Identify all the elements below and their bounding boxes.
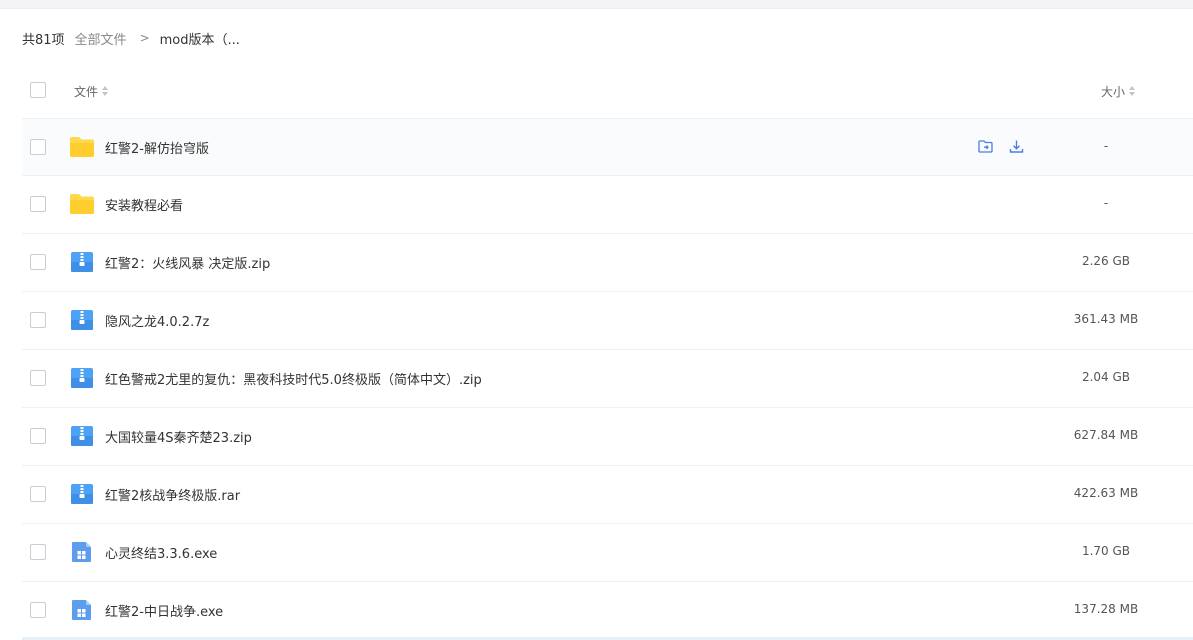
exe-icon [69,599,95,621]
row-checkbox[interactable] [30,602,46,618]
file-name[interactable]: 红警2-解仿抬穹版 [105,138,209,157]
row-checkbox[interactable] [30,139,46,155]
file-row[interactable]: 大国较量4S秦齐楚23.zip 627.84 MB [22,408,1193,466]
folder-icon [69,193,95,215]
row-actions [977,138,1025,155]
folder-icon [69,136,95,158]
select-all-checkbox[interactable] [30,82,46,98]
top-bar [0,0,1193,9]
row-checkbox[interactable] [30,254,46,270]
breadcrumb-separator: > [139,31,150,45]
file-size: 2.26 GB [1081,254,1131,268]
row-checkbox[interactable] [30,428,46,444]
download-icon[interactable] [1008,138,1025,155]
row-checkbox[interactable] [30,312,46,328]
file-row[interactable]: 心灵终结3.3.6.exe 1.70 GB [22,524,1193,582]
file-name[interactable]: 大国较量4S秦齐楚23.zip [105,427,252,446]
breadcrumb-current-folder: mod版本（... [159,32,240,48]
move-to-folder-icon[interactable] [977,138,994,155]
file-list: 红警2-解仿抬穹版 - 安装教程必看 - 红警2：火线风暴 决定版.zip 2.26 GB… [22,118,1193,640]
file-row[interactable]: 红警2核战争终极版.rar 422.63 MB [22,466,1193,524]
row-checkbox[interactable] [30,196,46,212]
file-row[interactable]: 红色警戒2尤里的复仇：黑夜科技时代5.0终极版（简体中文）.zip 2.04 GB [22,350,1193,408]
file-name[interactable]: 红警2：火线风暴 决定版.zip [105,253,270,272]
row-checkbox[interactable] [30,544,46,560]
file-list-header: 文件 大小 [22,64,1193,118]
sort-by-name-button[interactable]: 文件 [74,83,109,100]
name-column-label: 文件 [74,84,99,99]
sort-icon [102,86,109,96]
zip-icon [69,425,95,447]
item-count: 共81项 [22,32,65,48]
file-size: 137.28 MB [1073,602,1139,616]
zip-icon [69,483,95,505]
file-name[interactable]: 红警2-中日战争.exe [105,601,223,620]
row-checkbox[interactable] [30,486,46,502]
file-row[interactable]: 安装教程必看 - [22,176,1193,234]
file-size: 2.04 GB [1081,370,1131,384]
sort-by-size-button[interactable]: 大小 [1101,83,1136,100]
file-name[interactable]: 红色警戒2尤里的复仇：黑夜科技时代5.0终极版（简体中文）.zip [105,369,482,388]
breadcrumb: 共81项 全部文件 > mod版本（... [22,29,240,48]
zip-icon [69,367,95,389]
size-column-label: 大小 [1101,84,1126,99]
file-size: 422.63 MB [1073,486,1139,500]
file-name[interactable]: 红警2核战争终极版.rar [105,485,240,504]
file-name[interactable]: 心灵终结3.3.6.exe [105,543,217,562]
zip-icon [69,309,95,331]
file-row[interactable]: 红警2-解仿抬穹版 - [22,118,1193,176]
file-row[interactable]: 红警2-中日战争.exe 137.28 MB [22,582,1193,640]
file-size: 1.70 GB [1081,544,1131,558]
file-size: - [1103,196,1109,210]
file-name[interactable]: 安装教程必看 [105,195,183,214]
breadcrumb-all-files[interactable]: 全部文件 [75,29,127,48]
file-size: - [1103,139,1109,153]
file-name[interactable]: 隐风之龙4.0.2.7z [105,311,209,330]
file-row[interactable]: 红警2：火线风暴 决定版.zip 2.26 GB [22,234,1193,292]
sort-icon [1129,86,1136,96]
zip-icon [69,251,95,273]
exe-icon [69,541,95,563]
file-row[interactable]: 隐风之龙4.0.2.7z 361.43 MB [22,292,1193,350]
file-size: 627.84 MB [1073,428,1139,442]
row-checkbox[interactable] [30,370,46,386]
file-size: 361.43 MB [1073,312,1139,326]
